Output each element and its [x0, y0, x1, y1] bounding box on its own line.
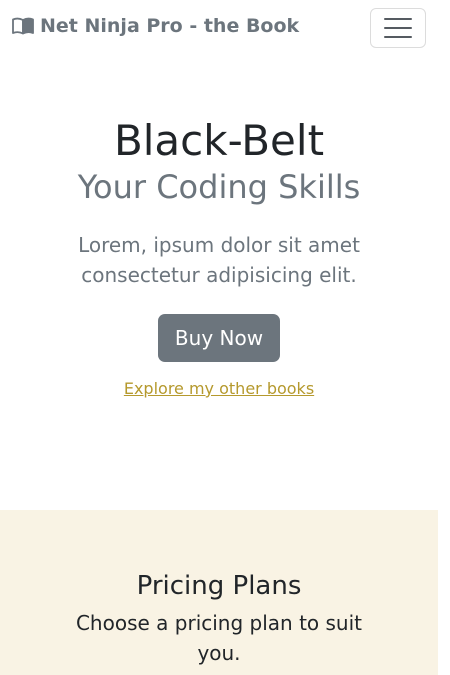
explore-books-link-text[interactable]: Explore my other books	[124, 379, 314, 398]
hero-text: Lorem, ipsum dolor sit amet consectetur …	[78, 233, 360, 287]
pricing-section: Pricing Plans Choose a pricing plan to s…	[0, 510, 438, 675]
navbar-toggler-button[interactable]	[370, 8, 426, 48]
buy-now-button[interactable]: Buy Now	[158, 314, 280, 362]
hamburger-menu-icon	[384, 17, 412, 39]
navbar: Net Ninja Pro - the Book	[0, 0, 450, 56]
book-icon	[12, 17, 34, 35]
brand-label: Net Ninja Pro - the Book	[40, 15, 300, 37]
brand-link[interactable]: Net Ninja Pro - the Book	[12, 15, 299, 37]
hero-subtitle: Your Coding Skills	[77, 168, 361, 206]
hero-title: Black-Belt	[113, 116, 325, 165]
pricing-subtitle: Choose a pricing plan to suit you.	[75, 611, 363, 665]
pricing-title: Pricing Plans	[136, 571, 302, 601]
explore-books-link: Explore my other books	[0, 379, 438, 399]
page: Net Ninja Pro - the Book Black-Belt Your…	[0, 0, 450, 675]
